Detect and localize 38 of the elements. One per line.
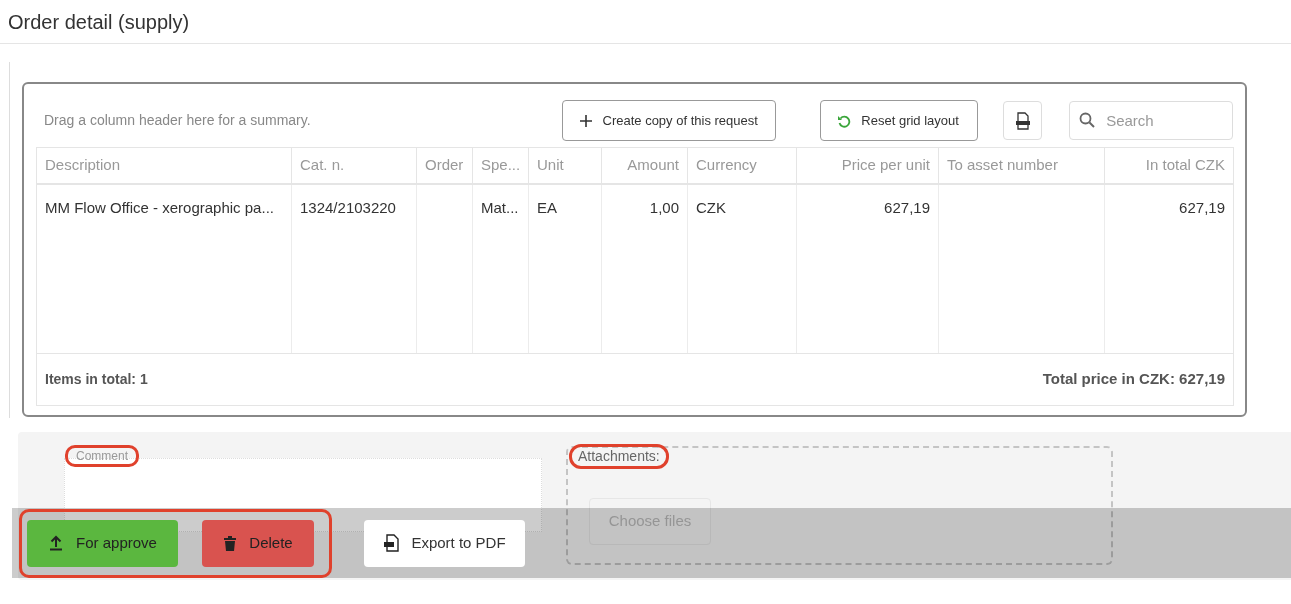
column-header[interactable]: Spe... <box>473 148 529 183</box>
column-header[interactable]: Order <box>417 148 473 183</box>
excel-export-button[interactable] <box>1003 101 1043 140</box>
copy-request-button[interactable]: Create copy of this request <box>561 100 777 141</box>
table-cell-text: 1,00 <box>649 198 679 218</box>
column-header[interactable]: Cat. n. <box>292 148 417 183</box>
table-cell-text: 627,19 <box>1179 198 1225 218</box>
column-header[interactable]: Price per unit <box>797 148 939 183</box>
pdf-file-icon <box>383 534 400 552</box>
table-cell-text: EA <box>537 198 557 218</box>
trash-icon <box>223 535 238 551</box>
table-cell-text: 627,19 <box>884 198 930 218</box>
column-header[interactable]: Unit <box>529 148 602 183</box>
table-cell-text: CZK <box>696 198 726 218</box>
table-cell-text: Mat... <box>481 198 519 218</box>
attachments-label: Attachments: <box>578 448 660 465</box>
window-title: Order detail (supply) <box>8 9 190 35</box>
spreadsheet-file-icon <box>1014 111 1031 130</box>
items-total: Items in total: 1 <box>45 370 148 389</box>
approve-button[interactable]: For approve <box>27 519 178 567</box>
export-button[interactable]: Export to PDF <box>364 519 525 567</box>
undo-icon <box>837 113 852 128</box>
search-icon <box>1079 112 1096 128</box>
search-field[interactable]: Search <box>1069 101 1233 140</box>
comment-label: Comment <box>76 449 128 463</box>
column-header[interactable]: To asset number <box>939 148 1105 183</box>
column-header[interactable]: In total CZK <box>1105 148 1233 183</box>
column-header[interactable]: Currency <box>688 148 797 183</box>
column-header[interactable]: Description <box>37 148 292 183</box>
delete-button[interactable]: Delete <box>202 519 314 567</box>
plus-icon <box>578 113 593 128</box>
group-hint: Drag a column header here for a summary. <box>43 111 312 130</box>
reset-layout-button[interactable]: Reset grid layout <box>820 100 979 141</box>
price-total: Total price in CZK: 627,19 <box>1042 369 1225 390</box>
upload-icon <box>48 535 65 551</box>
table-cell-text: MM Flow Office - xerographic pa... <box>45 198 274 218</box>
column-header[interactable]: Amount <box>602 148 688 183</box>
table-cell-text: 1324/2103220 <box>300 198 396 218</box>
